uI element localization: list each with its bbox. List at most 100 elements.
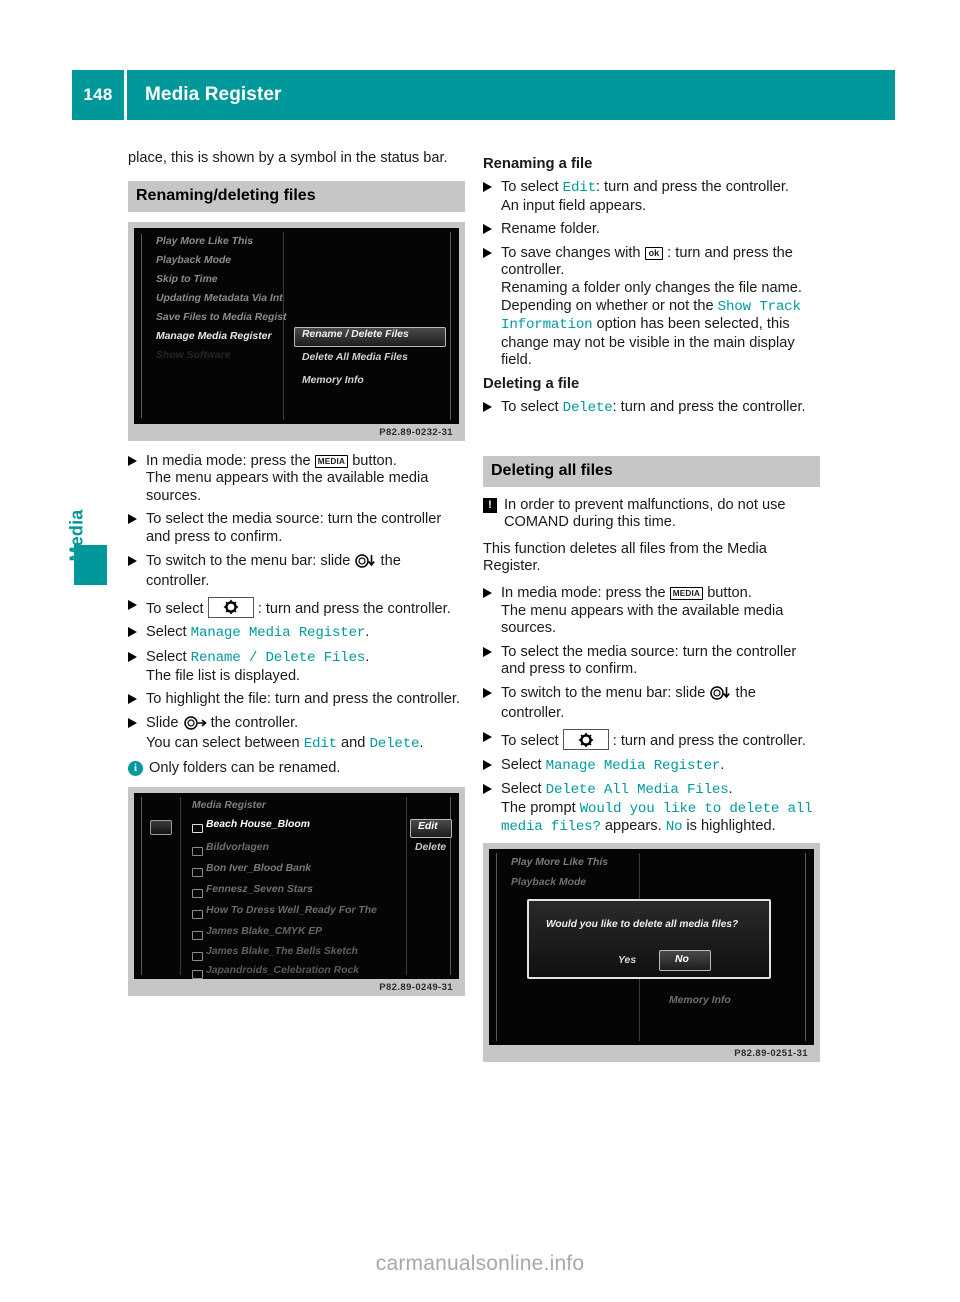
- step-text: To highlight the file: turn and press th…: [146, 691, 460, 708]
- step-text-tail: : turn and press the controller.: [595, 179, 789, 195]
- step-select-manage-media-register: Select Manage Media Register.: [128, 624, 465, 643]
- cont-text: appears.: [604, 818, 662, 835]
- step-select-gear-2: To select : turn and press the controlle…: [483, 729, 820, 751]
- media-key-icon: MEDIA: [669, 586, 704, 600]
- submenu-item[interactable]: Memory Info: [302, 375, 364, 386]
- device-screenshot-confirm-dialog: Play More Like This Playback Mode Memory…: [483, 843, 820, 1063]
- deleting-all-steps-list: In media mode: press the MEDIA button. T…: [483, 585, 820, 837]
- option-delete[interactable]: Delete: [369, 736, 419, 752]
- menu-item[interactable]: Updating Metadata Via Int: [156, 293, 283, 304]
- screen-column-divider: [283, 231, 284, 420]
- step-continuation: The prompt Would you like to delete all …: [501, 800, 820, 837]
- prompt-button-no[interactable]: No: [666, 819, 683, 835]
- bullet-arrow-icon: [483, 784, 492, 795]
- action-delete[interactable]: Delete: [415, 842, 446, 853]
- menu-item[interactable]: Show Software: [156, 350, 230, 361]
- step-text: To select: [501, 179, 559, 195]
- file-list-item-highlighted[interactable]: Beach House_Bloom: [206, 819, 310, 830]
- bullet-arrow-icon: [483, 687, 492, 698]
- screen-right-edge: [450, 231, 451, 420]
- menu-item[interactable]: Play More Like This: [156, 236, 253, 247]
- option-edit[interactable]: Edit: [304, 736, 337, 752]
- step-text-tail: the controller.: [210, 714, 299, 731]
- step-continuation: The menu appears with the available medi…: [146, 470, 429, 504]
- folder-icon: [192, 823, 203, 833]
- system-settings-icon[interactable]: [207, 596, 254, 618]
- file-list-item[interactable]: Bon Iver_Blood Bank: [206, 863, 311, 874]
- step-text: Select: [146, 624, 187, 641]
- step-text-tail: .: [728, 781, 733, 798]
- screenshot-3-screen: Play More Like This Playback Mode Memory…: [489, 849, 814, 1046]
- screenshot-2-screen: Media Register Beach House_Bloom Bildvor…: [134, 792, 459, 979]
- system-settings-icon[interactable]: [562, 729, 609, 751]
- media-key-icon: MEDIA: [314, 454, 349, 468]
- warning-icon: !: [483, 497, 497, 513]
- dialog-button-yes[interactable]: Yes: [618, 955, 636, 966]
- menu-path-manage-media-register[interactable]: Manage Media Register: [546, 758, 721, 774]
- bullet-arrow-icon: [483, 182, 492, 192]
- file-list-item[interactable]: James Blake_CMYK EP: [206, 926, 322, 937]
- right-column: Renaming a file To select Edit: turn and…: [483, 150, 820, 1074]
- step-select-manage-media-register-2: Select Manage Media Register.: [483, 757, 820, 776]
- bullet-arrow-icon: [128, 717, 137, 728]
- step-text: Select: [146, 648, 187, 665]
- file-list-item[interactable]: How To Dress Well_Ready For The: [206, 905, 377, 916]
- folder-icon: [192, 969, 203, 979]
- file-list-item[interactable]: Bildvorlagen: [206, 842, 269, 853]
- step-text: To select: [501, 733, 559, 750]
- menu-item[interactable]: Playback Mode: [156, 255, 231, 266]
- folder-icon: [192, 930, 203, 940]
- page-header: 148 Media Register: [72, 70, 895, 120]
- file-list-item[interactable]: Japandroids_Celebration Rock: [206, 965, 359, 976]
- option-delete[interactable]: Delete: [563, 400, 613, 416]
- dialog-button-no[interactable]: No: [675, 954, 689, 965]
- file-list-item[interactable]: Fennesz_Seven Stars: [206, 884, 313, 895]
- menu-path-manage-media-register[interactable]: Manage Media Register: [191, 625, 366, 641]
- dialog-message: Would you like to delete all media files…: [546, 919, 739, 931]
- bullet-arrow-icon: [128, 455, 137, 466]
- step-text: To switch to the menu bar: slide: [501, 684, 706, 701]
- step-text: In media mode: press the: [501, 584, 666, 601]
- file-list-item[interactable]: James Blake_The Bells Sketch: [206, 946, 358, 957]
- action-edit[interactable]: Edit: [418, 821, 438, 832]
- menu-path-rename-delete-files[interactable]: Rename / Delete Files: [191, 650, 366, 666]
- screenshot-1-screen: Play More Like This Playback Mode Skip t…: [134, 227, 459, 424]
- bullet-arrow-icon: [483, 759, 492, 770]
- step-text-tail: : turn and press the controller.: [257, 600, 451, 617]
- cont-text: .: [419, 735, 424, 752]
- step-rename-folder: Rename folder.: [483, 221, 820, 239]
- menu-item[interactable]: Skip to Time: [156, 274, 218, 285]
- folder-icon: [192, 951, 203, 961]
- menu-item[interactable]: Save Files to Media Regist: [156, 312, 287, 323]
- renaming-steps-list: To select Edit: turn and press the contr…: [483, 179, 820, 370]
- background-menu-item: Memory Info: [669, 995, 731, 1007]
- subheading-renaming-a-file: Renaming a file: [483, 156, 593, 172]
- page-number: 148: [72, 70, 124, 120]
- screenshot-caption: P82.89-0232-31: [379, 426, 453, 438]
- bullet-arrow-icon: [128, 627, 137, 638]
- step-text: To save changes with: [501, 244, 641, 261]
- ok-key-icon[interactable]: ok: [644, 246, 664, 260]
- warning-note-text: In order to prevent malfunctions, do not…: [504, 496, 786, 531]
- folder-icon: [192, 909, 203, 919]
- cont-text: is highlighted.: [686, 818, 776, 835]
- step-select-delete: To select Delete: turn and press the con…: [483, 399, 820, 418]
- sidebar-section-marker: [74, 545, 107, 585]
- screen-edge-line: [496, 853, 497, 1042]
- step-select-gear: To select : turn and press the controlle…: [128, 596, 465, 619]
- step-text: To select: [501, 398, 559, 415]
- folder-icon: [192, 846, 203, 856]
- submenu-item-highlighted[interactable]: Rename / Delete Files: [302, 329, 409, 340]
- menu-item-selected[interactable]: Manage Media Register: [156, 331, 271, 342]
- device-screenshot-file-list: Media Register Beach House_Bloom Bildvor…: [128, 786, 465, 996]
- step-highlight-file: To highlight the file: turn and press th…: [128, 691, 465, 709]
- submenu-item[interactable]: Delete All Media Files: [302, 352, 408, 363]
- background-menu-item: Play More Like This: [511, 857, 609, 869]
- option-edit[interactable]: Edit: [563, 180, 596, 196]
- step-text-tail: button.: [707, 584, 752, 601]
- step-switch-menu-bar-2: To switch to the menu bar: slide the con…: [483, 685, 820, 723]
- step-text: Slide: [146, 714, 179, 731]
- menu-path-delete-all-media-files[interactable]: Delete All Media Files: [546, 782, 729, 798]
- step-continuation: An input field appears.: [501, 197, 647, 214]
- step-text: To select the media source: turn the con…: [501, 643, 797, 678]
